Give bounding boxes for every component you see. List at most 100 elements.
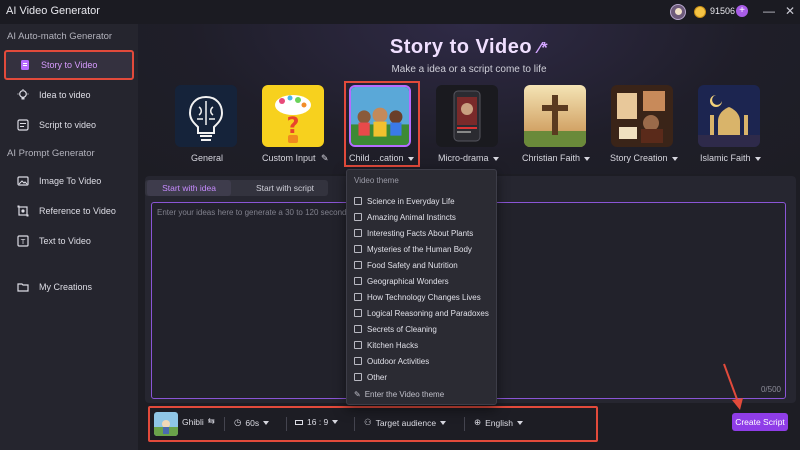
close-button[interactable]: ✕ [783, 3, 797, 19]
theme-option-label: Amazing Animal Instincts [367, 212, 456, 222]
checkbox[interactable] [354, 341, 362, 349]
children-group-icon [351, 87, 409, 145]
sidebar-item-image-to-video[interactable]: Image To Video [4, 166, 134, 196]
annotation-arrow [723, 363, 743, 410]
theme-option[interactable]: Kitchen Hacks [354, 338, 418, 352]
image-icon [17, 175, 29, 187]
theme-option-label: Kitchen Hacks [367, 340, 419, 350]
theme-option[interactable]: Logical Reasoning and Paradoxes [354, 306, 489, 320]
checkbox[interactable] [354, 213, 362, 221]
enter-theme-input[interactable]: ✎ Enter the Video theme [354, 390, 444, 399]
theme-option-label: Interesting Facts About Plants [367, 228, 474, 238]
template-label-child-education[interactable]: Child ...cation [349, 153, 414, 163]
style-thumbnail[interactable] [154, 412, 178, 436]
enter-theme-label: Enter the Video theme [364, 390, 445, 399]
minimize-button[interactable]: — [762, 3, 776, 19]
cross-icon [524, 85, 586, 147]
template-child-education[interactable] [349, 85, 411, 147]
sidebar-item-text-to-video[interactable]: T Text to Video [4, 226, 134, 256]
sidebar-item-label: Text to Video [39, 236, 91, 246]
template-label-islamic-faith[interactable]: Islamic Faith [700, 153, 761, 163]
script-icon [17, 119, 29, 131]
page-subtitle: Make a idea or a script come to life [391, 64, 547, 75]
template-label-general: General [191, 153, 224, 163]
divider [354, 417, 355, 431]
section-auto-match: AI Auto-match Generator [7, 31, 113, 42]
template-custom-input[interactable]: ? [262, 85, 324, 147]
template-label-micro-drama[interactable]: Micro-drama [438, 153, 499, 163]
style-label: Ghibli [182, 416, 204, 427]
template-islamic-faith[interactable] [698, 85, 760, 147]
theme-option[interactable]: Outdoor Activities [354, 354, 429, 368]
theme-option-label: Mysteries of the Human Body [367, 244, 472, 254]
checkbox[interactable] [354, 373, 362, 381]
aspect-ratio-label: 16 : 9 [307, 417, 329, 427]
page-title-text: Story to Video [389, 36, 533, 58]
coin-icon [694, 6, 706, 18]
ghibli-style-icon [154, 412, 178, 436]
template-label-child-education-text: Child ...cation [349, 153, 404, 163]
chevron-down-icon [263, 420, 270, 425]
checkbox[interactable] [354, 293, 362, 301]
checkbox[interactable] [354, 325, 362, 333]
create-script-button[interactable]: Create Script [732, 413, 788, 431]
divider [224, 417, 225, 431]
sidebar-item-script-to-video[interactable]: Script to video [4, 110, 134, 140]
theme-option[interactable]: Secrets of Cleaning [354, 322, 437, 336]
checkbox[interactable] [354, 309, 362, 317]
credits-count: 91506 [710, 6, 736, 16]
theme-option-label: Food Safety and Nutrition [367, 260, 458, 270]
checkbox[interactable] [354, 229, 362, 237]
checkbox[interactable] [354, 245, 362, 253]
template-label-christian-faith[interactable]: Christian Faith [522, 153, 591, 163]
theme-option[interactable]: Mysteries of the Human Body [354, 242, 472, 256]
magic-wand-icon: ⁄* [538, 40, 549, 57]
sidebar-item-label: Story to Video [41, 60, 98, 70]
template-christian-faith[interactable] [524, 85, 586, 147]
checkbox[interactable] [354, 261, 362, 269]
target-audience-label: Target audience [375, 417, 437, 428]
theme-option[interactable]: Interesting Facts About Plants [354, 226, 473, 240]
template-micro-drama[interactable] [436, 85, 498, 147]
generation-options-bar: Ghibli ⇆ ◷ 60s 16 : 9 ⚇ Target audience … [148, 406, 598, 442]
theme-option-label: How Technology Changes Lives [367, 292, 481, 302]
dropdown-title: Video theme [354, 176, 399, 185]
sidebar-item-story-to-video[interactable]: Story to Video [4, 50, 134, 80]
aspect-ratio-selector[interactable]: 16 : 9 [295, 417, 339, 427]
target-audience-selector[interactable]: ⚇ Target audience [364, 417, 447, 428]
idea-input-placeholder: Enter your ideas here to generate a 30 t… [157, 208, 351, 217]
checkbox[interactable] [354, 197, 362, 205]
sidebar-item-my-creations[interactable]: My Creations [4, 272, 134, 302]
template-story-creation[interactable] [611, 85, 673, 147]
swap-icon: ⇆ [207, 416, 215, 426]
app-title: AI Video Generator [6, 5, 100, 17]
sidebar-item-label: Image To Video [39, 176, 102, 186]
theme-option[interactable]: Other [354, 370, 387, 384]
template-general[interactable] [175, 85, 237, 147]
video-theme-dropdown: Video theme Science in Everyday Life Ama… [346, 169, 497, 405]
checkbox[interactable] [354, 277, 362, 285]
theme-option-label: Outdoor Activities [367, 356, 430, 366]
checkbox[interactable] [354, 357, 362, 365]
sidebar-item-idea-to-video[interactable]: Idea to video [4, 80, 134, 110]
tab-start-with-script[interactable]: Start with script [243, 180, 327, 196]
duration-selector[interactable]: ◷ 60s [234, 417, 270, 428]
theme-option[interactable]: Science in Everyday Life [354, 194, 455, 208]
text-icon: T [17, 235, 29, 247]
sidebar-item-reference-to-video[interactable]: Reference to Video [4, 196, 134, 226]
tab-start-with-idea[interactable]: Start with idea [147, 180, 231, 196]
template-label-christian-faith-text: Christian Faith [522, 153, 581, 163]
add-credits-button[interactable]: + [736, 5, 748, 17]
chevron-down-icon [332, 420, 339, 424]
template-label-custom-input-text: Custom Input [262, 153, 316, 163]
template-label-story-creation[interactable]: Story Creation [610, 153, 678, 163]
user-avatar[interactable] [670, 4, 686, 20]
language-label: English [485, 417, 514, 428]
style-selector[interactable]: Ghibli ⇆ [182, 416, 215, 427]
svg-text:T: T [20, 238, 26, 246]
theme-option[interactable]: Food Safety and Nutrition [354, 258, 458, 272]
theme-option[interactable]: Geographical Wonders [354, 274, 449, 288]
theme-option[interactable]: Amazing Animal Instincts [354, 210, 456, 224]
language-selector[interactable]: ⊕ English [474, 417, 524, 428]
theme-option[interactable]: How Technology Changes Lives [354, 290, 481, 304]
